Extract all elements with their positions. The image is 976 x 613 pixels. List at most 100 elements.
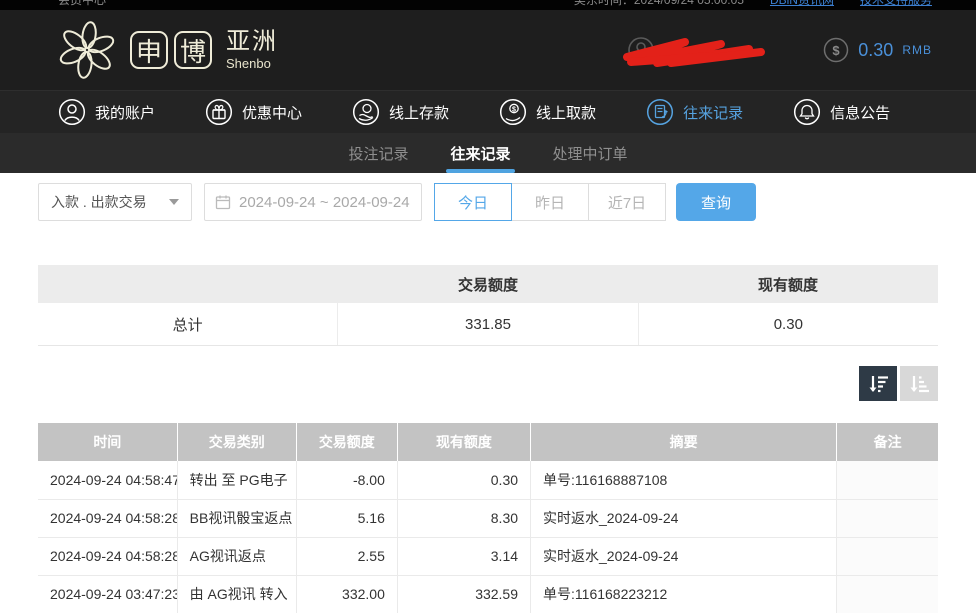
summary-header-row: 交易额度 现有额度	[38, 265, 938, 303]
transaction-type-value: 入款 . 出款交易	[51, 192, 147, 212]
support-link[interactable]: 技术支持服务	[860, 0, 932, 7]
records-icon	[646, 98, 674, 126]
cell-time: 2024-09-24 04:58:28	[38, 537, 177, 575]
cell-memo: 实时返水_2024-09-24	[531, 499, 837, 537]
tab-bet-records[interactable]: 投注记录	[344, 133, 412, 173]
cell-note	[837, 499, 938, 537]
cell-amount: 2.55	[296, 537, 397, 575]
news-link[interactable]: DBiN资讯网	[770, 0, 834, 7]
content: 入款 . 出款交易 2024-09-24 ~ 2024-09-24 今日 昨日 …	[0, 173, 976, 613]
summary-header-current-balance: 现有额度	[638, 265, 938, 303]
cell-type: AG视讯返点	[177, 537, 296, 575]
nav-label: 往来记录	[683, 102, 743, 123]
filter-bar: 入款 . 出款交易 2024-09-24 ~ 2024-09-24 今日 昨日 …	[38, 183, 938, 221]
cell-amount: 5.16	[296, 499, 397, 537]
cell-amount: 332.00	[296, 575, 397, 613]
transactions-table: 时间 交易类别 交易额度 现有额度 摘要 备注 2024-09-24 04:58…	[38, 423, 938, 613]
cell-memo: 单号:116168887108	[531, 461, 837, 499]
col-header-type: 交易类别	[177, 423, 296, 461]
nav-item-announcements[interactable]: 信息公告	[793, 98, 890, 126]
balance-amount: 0.30	[858, 40, 893, 61]
cell-balance: 0.30	[397, 461, 530, 499]
sort-desc-icon	[866, 372, 890, 396]
sort-asc-button[interactable]	[900, 366, 938, 401]
cell-note	[837, 537, 938, 575]
nav-label: 优惠中心	[242, 102, 302, 123]
balance-display[interactable]: $ 0.30 RMB	[823, 37, 932, 63]
date-range-value: 2024-09-24 ~ 2024-09-24	[239, 194, 410, 211]
cell-balance: 3.14	[397, 537, 530, 575]
user-account-block[interactable]	[627, 28, 777, 72]
nav-label: 线上存款	[389, 102, 449, 123]
summary-header-empty	[38, 265, 338, 303]
cell-memo: 实时返水_2024-09-24	[531, 537, 837, 575]
logo-region-text: 亚洲	[226, 30, 278, 54]
nav-label: 我的账户	[95, 102, 155, 123]
cell-memo: 单号:116168223212	[531, 575, 837, 613]
sort-desc-button[interactable]	[859, 366, 897, 401]
logo-char-shen: 申	[130, 31, 168, 69]
tab-transaction-records[interactable]: 往来记录	[446, 133, 514, 173]
cell-note	[837, 575, 938, 613]
cell-balance: 8.30	[397, 499, 530, 537]
nav-item-transactions[interactable]: 往来记录	[646, 98, 743, 126]
col-header-time: 时间	[38, 423, 177, 461]
cell-type: 由 AG视讯 转入	[177, 575, 296, 613]
dollar-icon: $	[823, 37, 849, 63]
table-row: 2024-09-24 03:47:23 由 AG视讯 转入 332.00 332…	[38, 575, 938, 613]
col-header-amount: 交易额度	[296, 423, 397, 461]
logo-char-bo: 博	[174, 31, 212, 69]
gift-icon	[205, 98, 233, 126]
transaction-type-select[interactable]: 入款 . 出款交易	[38, 183, 192, 221]
page: 会员中心 美东时间：2024/09/24 05:00:05 DBiN资讯网 技术…	[0, 0, 976, 613]
summary-header-trade-amount: 交易额度	[338, 265, 638, 303]
summary-trade-amount: 331.85	[338, 303, 638, 345]
nav-item-promotions[interactable]: 优惠中心	[205, 98, 302, 126]
col-header-memo: 摘要	[531, 423, 837, 461]
nav-item-my-account[interactable]: 我的账户	[58, 98, 155, 126]
cell-note	[837, 461, 938, 499]
date-range-input[interactable]: 2024-09-24 ~ 2024-09-24	[204, 183, 422, 221]
member-center-link[interactable]: 会员中心	[58, 0, 106, 7]
col-header-note: 备注	[837, 423, 938, 461]
cell-type: 转出 至 PG电子	[177, 461, 296, 499]
withdraw-icon: $	[499, 98, 527, 126]
cell-balance: 332.59	[397, 575, 530, 613]
nav-label: 线上取款	[536, 102, 596, 123]
svg-text:$: $	[833, 43, 841, 58]
balance-currency: RMB	[902, 43, 932, 57]
brand-logo[interactable]: 申 博 亚洲 Shenbo	[58, 21, 278, 79]
summary-current-balance: 0.30	[639, 303, 938, 345]
sort-asc-icon	[907, 372, 931, 396]
table-row: 2024-09-24 04:58:47 转出 至 PG电子 -8.00 0.30…	[38, 461, 938, 499]
sort-controls	[38, 366, 938, 401]
redaction-scribble	[621, 32, 771, 70]
cell-time: 2024-09-24 03:47:23	[38, 575, 177, 613]
tab-pending-orders[interactable]: 处理中订单	[549, 133, 632, 173]
sub-tabs: 投注记录 往来记录 处理中订单	[0, 133, 976, 173]
table-header-row: 时间 交易类别 交易额度 现有额度 摘要 备注	[38, 423, 938, 461]
yesterday-button[interactable]: 昨日	[511, 183, 589, 221]
calendar-icon	[215, 194, 231, 210]
server-time: 美东时间：2024/09/24 05:00:05	[574, 0, 744, 7]
quick-date-group: 今日 昨日 近7日	[434, 183, 666, 221]
svg-text:$: $	[512, 106, 516, 113]
cell-type: BB视讯骰宝返点	[177, 499, 296, 537]
search-button[interactable]: 查询	[676, 183, 756, 221]
last7days-button[interactable]: 近7日	[588, 183, 666, 221]
nav-label: 信息公告	[830, 102, 890, 123]
cell-time: 2024-09-24 04:58:47	[38, 461, 177, 499]
user-icon	[58, 98, 86, 126]
nav-item-withdraw[interactable]: $ 线上取款	[499, 98, 596, 126]
main-nav: 我的账户 优惠中心 线上存款 $	[0, 90, 976, 133]
table-row: 2024-09-24 04:58:28 BB视讯骰宝返点 5.16 8.30 实…	[38, 499, 938, 537]
logo-latin-text: Shenbo	[226, 57, 278, 70]
summary-table: 交易额度 现有额度 总计 331.85 0.30	[38, 265, 938, 346]
today-button[interactable]: 今日	[434, 183, 512, 221]
summary-total-row: 总计 331.85 0.30	[38, 303, 938, 345]
cell-amount: -8.00	[296, 461, 397, 499]
nav-item-deposit[interactable]: 线上存款	[352, 98, 449, 126]
deposit-icon	[352, 98, 380, 126]
topbar: 会员中心 美东时间：2024/09/24 05:00:05 DBiN资讯网 技术…	[0, 0, 976, 10]
summary-total-label: 总计	[38, 303, 338, 345]
